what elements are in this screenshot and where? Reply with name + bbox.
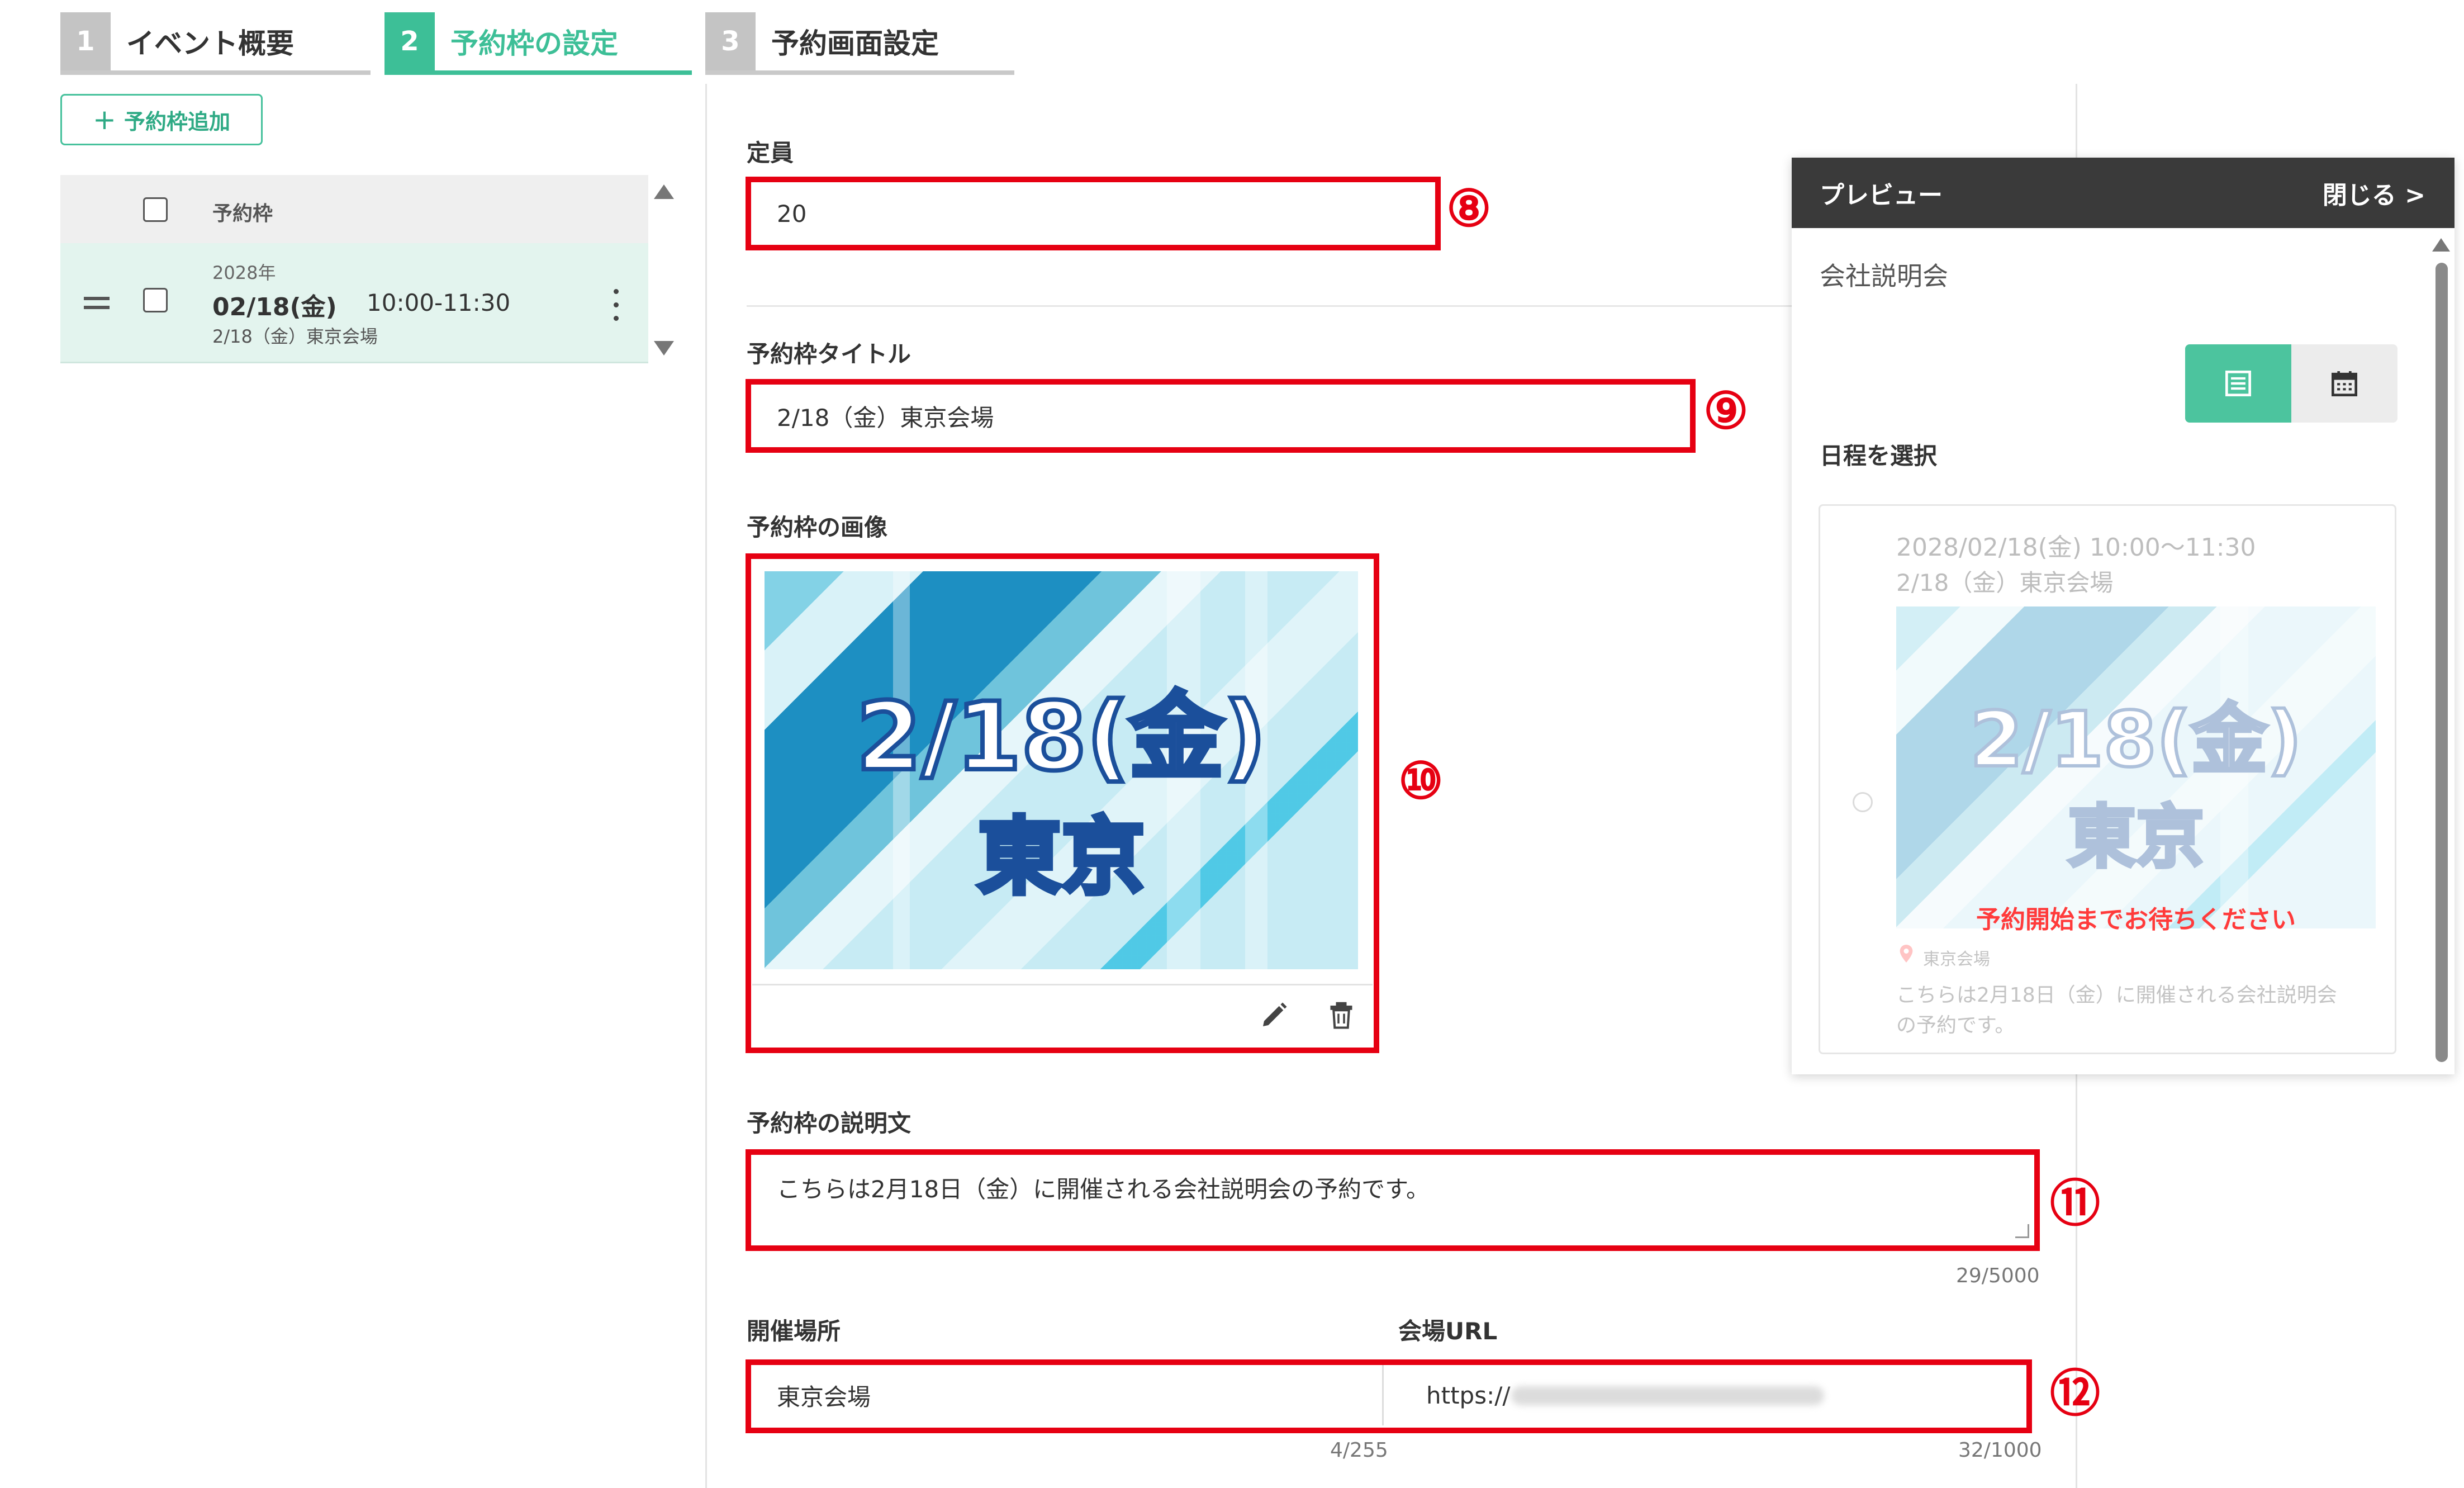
drag-handle-icon[interactable] [84,297,110,300]
add-slot-button[interactable]: + 予約枠追加 [60,94,263,145]
step-3-number: 3 [705,12,756,70]
preview-select-label: 日程を選択 [1820,442,1938,470]
marker-8: ⑧ [1446,179,1492,238]
highlight-box-image [746,553,1379,1053]
preview-scrollbar[interactable] [2435,263,2448,1062]
venue-url-label: 会場URL [1398,1318,1498,1345]
drag-handle-icon-lower [84,306,110,309]
step-2-number: 2 [384,12,435,70]
description-label: 予約枠の説明文 [747,1110,911,1137]
step-3-label: 予約画面設定 [771,27,939,60]
preview-slot-card[interactable]: 2028/02/18(金) 10:00～11:30 2/18（金）東京会場 2/… [1819,504,2396,1054]
preview-banner-place-text: 東京 [2066,796,2206,879]
slot-list-header-label: 予約枠 [212,202,273,225]
preview-panel: プレビュー 閉じる > 会社説明会 日程を選択 2028/02/18(金) 10… [1792,158,2454,1074]
app-root: 1 イベント概要 2 予約枠の設定 3 予約画面設定 + 予約枠追加 予約枠 2… [0,0,2464,1488]
list-view-icon [2225,371,2251,396]
table-row[interactable]: 2028年 02/18(金) 10:00-11:30 2/18（金）東京会場 [60,243,648,363]
step-1-number: 1 [60,12,111,70]
step-2-label: 予約枠の設定 [450,27,618,60]
step-1-label: イベント概要 [126,27,294,60]
plus-icon: + [93,103,116,136]
marker-9: ⑨ [1703,381,1749,440]
highlight-box-capacity [746,177,1441,250]
preview-banner-image: 2/18(金) 東京 [1896,606,2376,928]
preview-scroll-up-icon[interactable] [2432,238,2450,252]
venue-counter: 4/255 [1330,1439,1388,1462]
slot-year: 2028年 [212,262,276,283]
select-all-checkbox[interactable] [143,197,168,222]
marker-12: ⑫ [2050,1364,2100,1423]
step-3[interactable]: 3 予約画面設定 [705,12,1014,75]
preview-slot-datetime: 2028/02/18(金) 10:00～11:30 [1896,533,2256,562]
preview-location: 東京会場 [1923,950,1990,969]
scroll-up-icon[interactable] [654,184,674,199]
calendar-view-toggle[interactable] [2291,344,2397,423]
preview-event-name: 会社説明会 [1820,261,1948,291]
slot-radio[interactable] [1853,792,1873,812]
panel-divider-left [705,84,707,1488]
step-1[interactable]: 1 イベント概要 [60,12,371,75]
preview-close-button[interactable]: 閉じる > [2323,158,2425,228]
preview-description-line2: の予約です。 [1896,1014,2015,1037]
preview-title: プレビュー [1820,181,1943,210]
venue-label: 開催場所 [747,1318,841,1345]
marker-10: ⑩ [1398,751,1444,811]
highlight-box-title [746,379,1696,453]
scroll-down-icon[interactable] [654,341,674,356]
section-divider [747,305,1797,307]
calendar-icon [2332,371,2357,396]
resize-handle-icon[interactable] [2015,1224,2029,1238]
slot-time: 10:00-11:30 [367,289,511,316]
highlight-box-venue [746,1359,2032,1433]
slot-list-header: 予約枠 [60,175,648,243]
venue-url-counter: 32/1000 [1958,1439,2042,1462]
capacity-label: 定員 [747,139,794,167]
slot-date: 02/18(金) [212,293,337,321]
highlight-box-description [746,1149,2040,1251]
description-counter: 29/5000 [1956,1264,2040,1287]
location-pin-icon [1898,944,1914,963]
preview-description-line1: こちらは2月18日（金）に開催される会社説明会 [1896,984,2337,1007]
preview-header: プレビュー 閉じる > [1792,158,2454,228]
preview-notice: 予約開始までお待ちください [1976,906,2296,934]
slot-title: 2/18（金）東京会場 [212,326,378,347]
add-slot-label: 予約枠追加 [124,109,230,134]
preview-banner-date-text: 2/18(金) [1968,694,2304,786]
preview-slot-title: 2/18（金）東京会場 [1896,569,2114,596]
marker-11: ⑪ [2050,1174,2100,1233]
slot-image-label: 予約枠の画像 [747,514,888,541]
step-2[interactable]: 2 予約枠の設定 [384,12,692,75]
list-view-toggle[interactable] [2185,344,2291,423]
slot-checkbox[interactable] [143,288,168,312]
slot-title-label: 予約枠タイトル [747,340,911,368]
more-vert-icon[interactable] [613,289,619,323]
